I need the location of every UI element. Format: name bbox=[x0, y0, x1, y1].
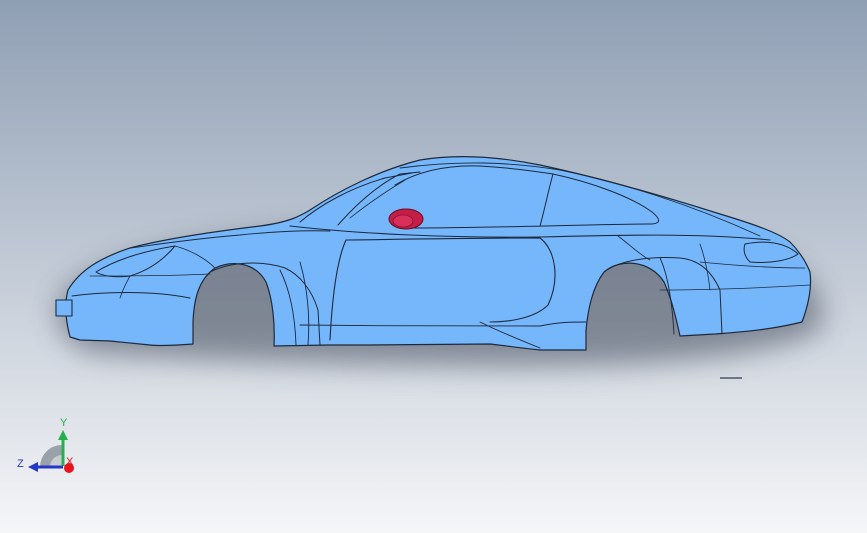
model-view-canvas[interactable]: Y Z X bbox=[0, 0, 867, 533]
triad-x-label: X bbox=[66, 456, 74, 468]
fog-light-icon bbox=[55, 299, 73, 317]
graphics-viewport[interactable]: Y Z X bbox=[0, 0, 867, 533]
side-mirror-part[interactable] bbox=[388, 208, 424, 230]
triad-y-label: Y bbox=[60, 417, 68, 429]
triad-z-label: Z bbox=[17, 458, 24, 470]
